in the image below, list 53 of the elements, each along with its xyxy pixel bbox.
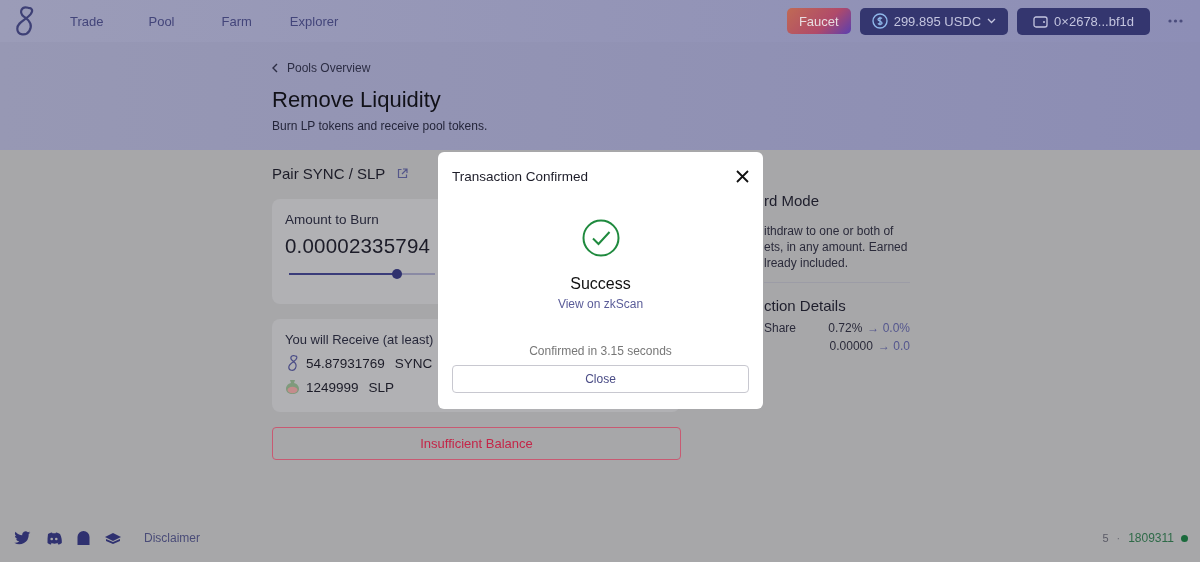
- confirmation-note: Confirmed in 3.15 seconds: [529, 344, 672, 358]
- detail-value: 0.00000: [829, 339, 873, 353]
- close-icon[interactable]: [736, 169, 749, 183]
- details-title: ction Details: [764, 297, 847, 314]
- check-circle-icon: [581, 219, 620, 257]
- separator-dot: ·: [1116, 532, 1121, 544]
- detail-label: Share: [764, 321, 798, 335]
- tombstone-icon[interactable]: [77, 531, 90, 545]
- status-dot: [1181, 534, 1188, 542]
- slider-thumb[interactable]: [392, 269, 403, 279]
- faucet-button[interactable]: Faucet: [786, 8, 851, 34]
- dollar-coin-icon: [871, 13, 888, 29]
- logo-icon[interactable]: [14, 4, 36, 38]
- wallet-icon: [1033, 14, 1049, 28]
- insufficient-balance-button[interactable]: Insufficient Balance: [272, 427, 681, 460]
- nav-link[interactable]: Farm: [221, 13, 252, 29]
- more-icon[interactable]: [1168, 19, 1183, 23]
- balance-button[interactable]: 299.895 USDC: [859, 7, 1009, 35]
- modal-title: Transaction Confirmed: [452, 168, 589, 184]
- token-symbol: SYNC: [394, 355, 433, 371]
- book-icon[interactable]: [104, 532, 122, 544]
- page-subtitle: Burn LP tokens and receive pool tokens.: [272, 119, 488, 133]
- back-link[interactable]: Pools Overview: [272, 61, 371, 75]
- close-button[interactable]: Close: [452, 365, 749, 393]
- detail-value: 0.72%: [828, 321, 863, 335]
- detail-new-value: → 0.0: [878, 339, 910, 353]
- chevron-left-icon: [272, 63, 278, 73]
- view-scan-link[interactable]: View on zkScan: [557, 297, 644, 311]
- nav-link[interactable]: Trade: [70, 13, 104, 29]
- pair-title: Pair SYNC / SLP: [272, 164, 386, 182]
- burn-label: Amount to Burn: [285, 212, 380, 227]
- burn-amount[interactable]: 0.00002335794: [285, 234, 431, 258]
- block-number: 1809311: [1128, 531, 1174, 545]
- mode-description: ithdraw to one or both of ets, in any amount. Earned lready included.: [764, 223, 909, 271]
- token-icon: [285, 379, 300, 395]
- receive-title: You will Receive (at least): [285, 332, 435, 347]
- page-title: Remove Liquidity: [272, 87, 441, 113]
- detail-new-value: → 0.0%: [867, 321, 910, 335]
- token-symbol: SLP: [368, 379, 395, 395]
- disclaimer-link[interactable]: Disclaimer: [144, 531, 200, 545]
- chat-controller-icon[interactable]: [45, 531, 63, 545]
- mode-title: rd Mode: [764, 192, 821, 209]
- caret-icon: [987, 18, 997, 24]
- bird-icon[interactable]: [14, 531, 31, 545]
- status-text: Success: [570, 275, 631, 293]
- wallet-button[interactable]: 0×2678...bf1d: [1017, 7, 1150, 35]
- token-amount: 1249999: [306, 379, 359, 395]
- token-icon: [285, 354, 300, 372]
- token-amount: 54.87931769: [306, 355, 385, 371]
- block-prefix: 5: [1102, 532, 1109, 544]
- nav-link[interactable]: Explorer: [289, 13, 339, 29]
- nav-link[interactable]: Pool: [148, 13, 175, 29]
- external-link-icon[interactable]: [397, 167, 409, 179]
